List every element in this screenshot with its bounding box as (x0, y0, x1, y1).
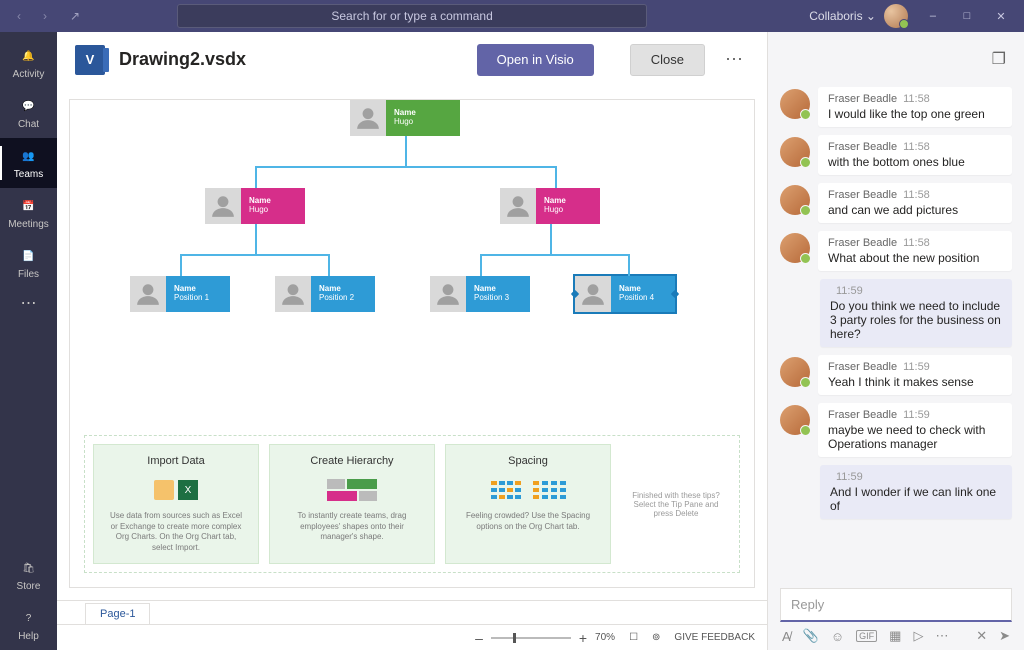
window-minimize[interactable]: – (916, 0, 950, 32)
rail-more[interactable]: ⋯ (0, 288, 57, 318)
rail-meetings[interactable]: 📅 Meetings (0, 188, 57, 238)
person-icon (430, 276, 466, 312)
chat-message-self[interactable]: 11:59And I wonder if we can link one of (780, 465, 1012, 519)
visio-panel: V Drawing2.vsdx Open in Visio Close ⋯ Na… (57, 32, 768, 650)
zoom-in[interactable]: + (579, 630, 587, 646)
person-icon (350, 100, 386, 136)
tip-card[interactable]: Create HierarchyTo instantly create team… (269, 444, 435, 564)
rail-label: Help (18, 631, 39, 642)
title-bar: ‹ › ↗ Search for or type a command Colla… (0, 0, 1024, 32)
store-icon: 🛍 (19, 559, 39, 579)
open-in-visio-button[interactable]: Open in Visio (477, 44, 594, 76)
meet-now-icon[interactable]: ▷ (913, 628, 923, 644)
person-icon (500, 188, 536, 224)
conversation-panel: ❐ Fraser Beadle11:58I would like the top… (768, 32, 1024, 650)
tips-pane[interactable]: Import DataXUse data from sources such a… (84, 435, 740, 573)
rail-help[interactable]: ? Help (0, 600, 57, 650)
rail-store[interactable]: 🛍 Store (0, 550, 57, 600)
tips-finish-text: Finished with these tips? Select the Tip… (621, 444, 731, 564)
chat-message[interactable]: Fraser Beadle11:58and can we add picture… (780, 183, 1012, 223)
pan-zoom-icon[interactable]: ⊚ (652, 632, 660, 643)
org-node-m1[interactable]: NameHugo (205, 188, 305, 224)
close-button[interactable]: Close (630, 44, 705, 76)
avatar (780, 137, 810, 167)
rail-label: Files (18, 269, 39, 280)
rail-label: Chat (18, 119, 39, 130)
org-node-m2[interactable]: NameHugo (500, 188, 600, 224)
visio-file-icon: V (75, 45, 105, 75)
gif-icon[interactable]: GIF (856, 630, 877, 642)
tenant-picker[interactable]: Collaboris ⌄ (809, 9, 876, 23)
conversation-expand-icon[interactable]: ❐ (992, 49, 1006, 69)
send-icon[interactable]: ➤ (999, 628, 1010, 644)
org-node-p4[interactable]: NamePosition 4 (575, 276, 675, 312)
rail-activity[interactable]: 🔔 Activity (0, 38, 57, 88)
avatar (780, 233, 810, 263)
app-rail: 🔔 Activity 💬 Chat 👥 Teams 📅 Meetings 📄 F… (0, 32, 57, 650)
person-icon (130, 276, 166, 312)
avatar (780, 185, 810, 215)
drawing-canvas[interactable]: NameHugo NameHugo NameHugo NamePosition … (69, 99, 755, 588)
rail-teams[interactable]: 👥 Teams (0, 138, 57, 188)
chat-icon: 💬 (19, 97, 39, 117)
avatar[interactable] (884, 4, 908, 28)
compose-toolbar: A̸ 📎 ☺ GIF ▦ ▷ ⋯ ✕ ➤ (780, 622, 1012, 644)
reply-input[interactable]: Reply (780, 588, 1012, 622)
nav-back[interactable]: ‹ (8, 9, 30, 23)
chat-message[interactable]: Fraser Beadle11:58with the bottom ones b… (780, 135, 1012, 175)
calendar-icon: 📅 (19, 197, 39, 217)
help-icon: ? (19, 609, 39, 629)
avatar (780, 89, 810, 119)
chat-message-self[interactable]: 11:59Do you think we need to include 3 p… (780, 279, 1012, 347)
org-node-p2[interactable]: NamePosition 2 (275, 276, 375, 312)
nav-forward[interactable]: › (34, 9, 56, 23)
person-icon (275, 276, 311, 312)
sheet-tab-page1[interactable]: Page-1 (85, 603, 150, 625)
org-node-p3[interactable]: NamePosition 3 (430, 276, 530, 312)
person-icon (575, 276, 611, 312)
sheet-tabs: Page-1 (57, 600, 767, 624)
sticker-icon[interactable]: ▦ (889, 628, 901, 644)
avatar (780, 357, 810, 387)
tip-card[interactable]: SpacingFeeling crowded? Use the Spacing … (445, 444, 611, 564)
popout-icon[interactable]: ↗ (64, 9, 86, 23)
feedback-link[interactable]: GIVE FEEDBACK (674, 632, 755, 643)
bell-icon: 🔔 (19, 47, 39, 67)
org-node-root[interactable]: NameHugo (350, 100, 460, 136)
chat-message[interactable]: Fraser Beadle11:59Yeah I think it makes … (780, 355, 1012, 395)
org-node-p1[interactable]: NamePosition 1 (130, 276, 230, 312)
attach-icon[interactable]: 📎 (803, 628, 819, 644)
chat-message[interactable]: Fraser Beadle11:58I would like the top o… (780, 87, 1012, 127)
rail-files[interactable]: 📄 Files (0, 238, 57, 288)
status-bar: – + 70% ☐ ⊚ GIVE FEEDBACK (57, 624, 767, 650)
discard-icon[interactable]: ✕ (976, 628, 987, 644)
avatar (780, 405, 810, 435)
rail-label: Teams (14, 169, 43, 180)
window-close[interactable]: ✕ (984, 0, 1018, 32)
teams-icon: 👥 (19, 147, 39, 167)
compose-more-icon[interactable]: ⋯ (935, 628, 948, 644)
chat-message[interactable]: Fraser Beadle11:58What about the new pos… (780, 231, 1012, 271)
zoom-out[interactable]: – (475, 630, 483, 646)
zoom-value: 70% (595, 632, 615, 643)
tip-card[interactable]: Import DataXUse data from sources such a… (93, 444, 259, 564)
files-icon: 📄 (19, 247, 39, 267)
person-icon (205, 188, 241, 224)
window-maximize[interactable]: □ (950, 0, 984, 32)
zoom-slider[interactable] (491, 637, 571, 639)
file-more-icon[interactable]: ⋯ (719, 49, 749, 70)
rail-label: Meetings (8, 219, 49, 230)
emoji-icon[interactable]: ☺ (831, 629, 844, 644)
search-input[interactable]: Search for or type a command (177, 4, 647, 28)
file-name: Drawing2.vsdx (119, 49, 463, 70)
chat-message[interactable]: Fraser Beadle11:59maybe we need to check… (780, 403, 1012, 457)
rail-label: Store (17, 581, 41, 592)
rail-chat[interactable]: 💬 Chat (0, 88, 57, 138)
fit-page-icon[interactable]: ☐ (629, 632, 638, 643)
rail-label: Activity (13, 69, 45, 80)
format-icon[interactable]: A̸ (782, 629, 791, 644)
